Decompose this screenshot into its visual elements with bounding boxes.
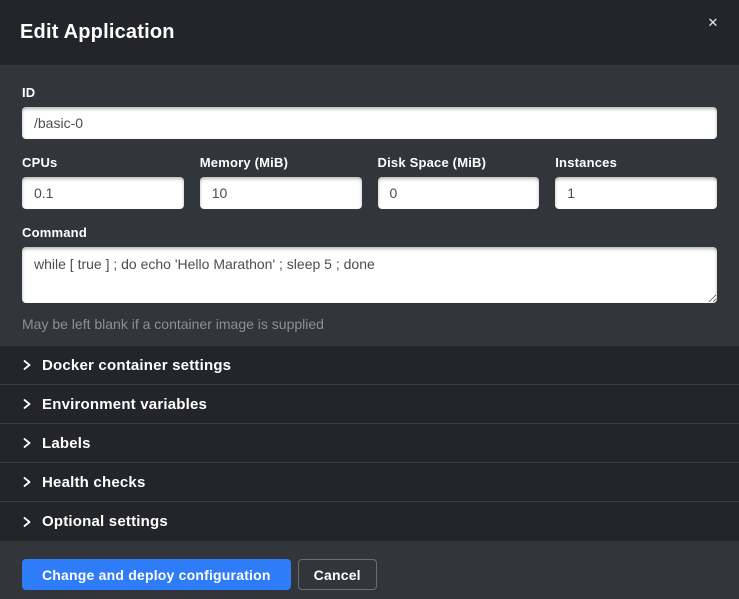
section-label: Optional settings [42, 513, 168, 530]
id-input[interactable] [22, 107, 717, 139]
chevron-right-icon [22, 399, 32, 409]
memory-field-group: Memory (MiB) [200, 155, 362, 209]
disk-field-group: Disk Space (MiB) [378, 155, 540, 209]
resources-row: CPUs Memory (MiB) Disk Space (MiB) Insta… [22, 155, 717, 209]
command-field-group: Command while [ true ] ; do echo 'Hello … [22, 225, 717, 332]
command-label: Command [22, 225, 717, 240]
section-label: Docker container settings [42, 357, 231, 374]
section-label: Environment variables [42, 396, 207, 413]
instances-label: Instances [555, 155, 717, 170]
command-help-text: May be left blank if a container image i… [22, 316, 717, 332]
chevron-right-icon [22, 438, 32, 448]
command-textarea[interactable]: while [ true ] ; do echo 'Hello Marathon… [22, 247, 717, 303]
section-label: Health checks [42, 474, 145, 491]
modal-body: ID CPUs Memory (MiB) Disk Space (MiB) In… [0, 65, 739, 346]
section-environment-variables[interactable]: Environment variables [0, 385, 739, 424]
accordion-sections: Docker container settings Environment va… [0, 346, 739, 541]
id-field-group: ID [22, 85, 717, 139]
disk-input[interactable] [378, 177, 540, 209]
section-docker-container-settings[interactable]: Docker container settings [0, 346, 739, 385]
modal-header: Edit Application ✕ [0, 0, 739, 65]
cancel-button[interactable]: Cancel [298, 559, 377, 590]
chevron-right-icon [22, 477, 32, 487]
cpus-field-group: CPUs [22, 155, 184, 209]
modal-footer: Change and deploy configuration Cancel [0, 541, 739, 599]
chevron-right-icon [22, 517, 32, 527]
section-label: Labels [42, 435, 91, 452]
memory-input[interactable] [200, 177, 362, 209]
modal-title: Edit Application [20, 21, 175, 44]
change-and-deploy-button[interactable]: Change and deploy configuration [22, 559, 291, 590]
section-labels[interactable]: Labels [0, 424, 739, 463]
close-icon[interactable]: ✕ [701, 12, 725, 36]
cpus-input[interactable] [22, 177, 184, 209]
section-optional-settings[interactable]: Optional settings [0, 502, 739, 541]
edit-application-modal: Edit Application ✕ ID CPUs Memory (MiB) … [0, 0, 739, 599]
memory-label: Memory (MiB) [200, 155, 362, 170]
cpus-label: CPUs [22, 155, 184, 170]
instances-input[interactable] [555, 177, 717, 209]
id-label: ID [22, 85, 717, 100]
instances-field-group: Instances [555, 155, 717, 209]
chevron-right-icon [22, 360, 32, 370]
disk-label: Disk Space (MiB) [378, 155, 540, 170]
section-health-checks[interactable]: Health checks [0, 463, 739, 502]
